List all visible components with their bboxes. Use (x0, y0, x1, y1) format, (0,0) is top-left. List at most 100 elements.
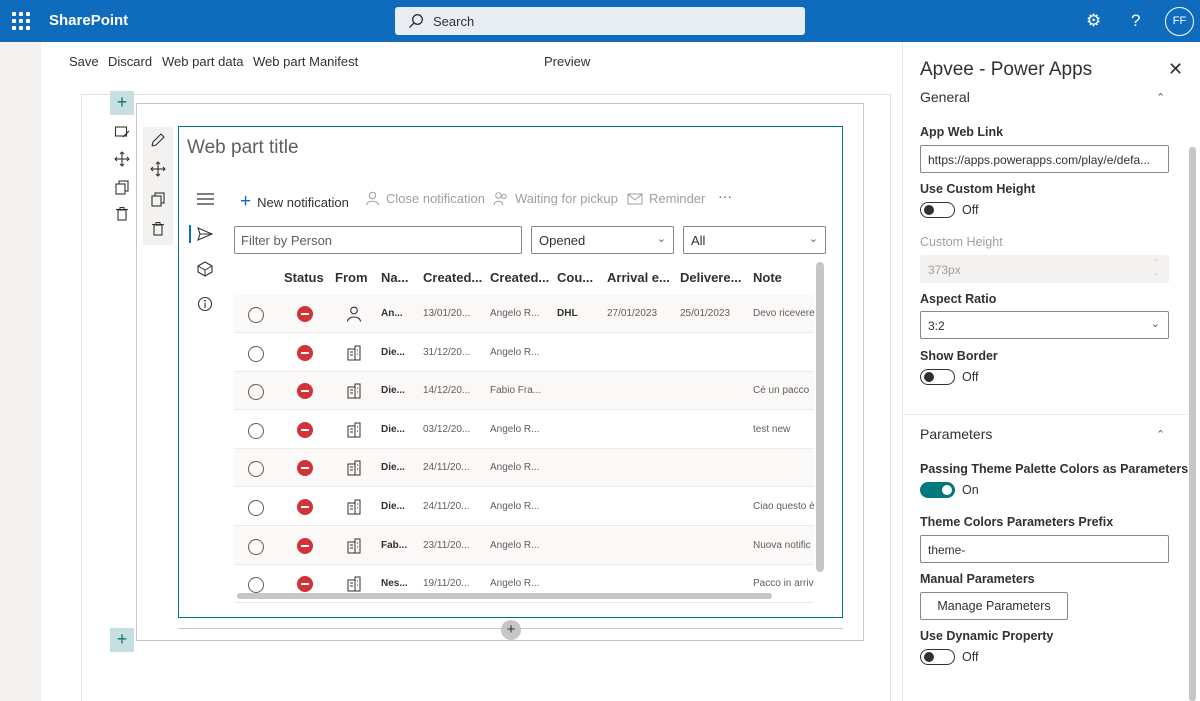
web-part-data-button[interactable]: Web part data (162, 54, 243, 69)
web-part-manifest-button[interactable]: Web part Manifest (253, 54, 358, 69)
duplicate-section-icon[interactable] (114, 179, 130, 195)
add-web-part-button[interactable]: + (501, 620, 521, 640)
cell-created-by: Angelo R... (490, 346, 540, 358)
send-icon[interactable] (197, 227, 213, 241)
column-header-note[interactable]: Note (753, 270, 782, 285)
column-header-courier[interactable]: Cou... (557, 270, 593, 285)
pane-scrollbar[interactable] (1189, 147, 1196, 701)
passing-theme-toggle[interactable] (920, 482, 955, 498)
settings-gear-icon[interactable]: ⚙ (1086, 11, 1101, 31)
cell-name: Die... (381, 462, 405, 474)
cell-name: Die... (381, 501, 405, 512)
filter-by-person-input[interactable]: Filter by Person (234, 226, 522, 254)
cell-note: Cé un pacco (753, 385, 810, 397)
close-pane-icon[interactable]: ✕ (1168, 59, 1183, 80)
show-border-label: Show Border (920, 349, 998, 363)
more-actions-button[interactable]: ··· (718, 188, 732, 204)
reminder-button[interactable]: Reminder (627, 191, 705, 206)
cell-arrival: 27/01/2023 (607, 308, 658, 319)
row-select-radio[interactable] (248, 345, 264, 362)
close-notification-label: Close notification (386, 191, 485, 206)
custom-height-value: 373px (928, 263, 961, 277)
cell-delivered: 25/01/2023 (680, 308, 731, 319)
row-select-radio[interactable] (248, 538, 264, 555)
chevron-down-icon: ⌄ (808, 233, 818, 245)
waiting-for-pickup-button[interactable]: Waiting for pickup (493, 191, 618, 206)
use-custom-height-toggle[interactable] (920, 202, 955, 218)
column-header-from[interactable]: From (335, 270, 368, 285)
web-part-title[interactable]: Web part title (187, 137, 299, 159)
cell-name: Nes... (381, 578, 408, 590)
move-web-part-icon[interactable] (150, 161, 166, 177)
hamburger-menu-icon[interactable] (197, 193, 214, 205)
aspect-ratio-dropdown[interactable]: 3:2 ⌄ (920, 311, 1169, 339)
column-header-arrival[interactable]: Arrival e... (607, 270, 670, 285)
cell-created: 19/11/20... (423, 578, 470, 590)
cell-created: 03/12/20... (423, 423, 471, 435)
row-select-radio[interactable] (248, 500, 264, 516)
app-web-link-input[interactable]: https://apps.powerapps.com/play/e/defa..… (920, 145, 1169, 173)
brand-name[interactable]: SharePoint (49, 12, 128, 29)
building-icon (347, 538, 361, 554)
cell-created: 13/01/20... (423, 308, 471, 319)
info-icon[interactable] (197, 296, 213, 312)
cell-created-by: Angelo R... (490, 539, 540, 551)
app-launcher-icon[interactable] (12, 12, 30, 30)
chevron-up-icon[interactable]: ⌃ (1156, 428, 1165, 441)
building-icon (347, 422, 361, 438)
pane-divider (902, 414, 1188, 415)
package-icon[interactable] (197, 261, 213, 277)
preview-button[interactable]: Preview (544, 54, 590, 69)
delete-section-icon[interactable] (114, 206, 130, 222)
edit-web-part-pencil-icon[interactable] (150, 132, 166, 148)
group-header-general[interactable]: General (920, 89, 970, 105)
table-vertical-scrollbar[interactable] (816, 262, 824, 572)
save-button[interactable]: Save (69, 54, 99, 69)
help-icon[interactable]: ? (1131, 11, 1140, 31)
building-icon (347, 576, 361, 592)
theme-prefix-input[interactable]: theme- (920, 535, 1169, 563)
column-header-delivered[interactable]: Delivere... (680, 270, 741, 285)
cell-courier: DHL (557, 308, 578, 319)
show-border-toggle[interactable] (920, 369, 955, 385)
cell-created: 31/12/20... (423, 346, 471, 358)
rail-active-indicator (189, 225, 191, 243)
group-header-parameters[interactable]: Parameters (920, 426, 992, 442)
cell-name: Die... (381, 423, 405, 435)
delete-web-part-icon[interactable] (150, 221, 166, 237)
scope-filter-dropdown[interactable]: All ⌄ (683, 226, 826, 254)
manage-parameters-button[interactable]: Manage Parameters (920, 592, 1068, 620)
left-gutter (0, 42, 41, 701)
duplicate-web-part-icon[interactable] (150, 191, 166, 207)
status-filter-value: Opened (539, 233, 586, 248)
column-header-status[interactable]: Status (284, 270, 324, 285)
pane-title: Apvee - Power Apps (920, 59, 1093, 80)
search-box[interactable]: Search (395, 7, 805, 35)
cell-note: test new (753, 423, 791, 435)
dynamic-property-toggle[interactable] (920, 649, 955, 665)
cell-name: Fab... (381, 539, 408, 551)
row-select-radio[interactable] (248, 422, 264, 439)
manual-parameters-label: Manual Parameters (920, 572, 1035, 586)
suite-bar: SharePoint Search ⚙ ? FF (0, 0, 1200, 42)
column-header-created-by[interactable]: Created... (490, 270, 549, 285)
avatar[interactable]: FF (1165, 7, 1194, 36)
cell-created-by: Angelo R... (490, 308, 540, 319)
new-notification-button[interactable]: + New notification (240, 191, 349, 213)
add-section-bottom-button[interactable]: + (110, 628, 134, 652)
chevron-down-icon: ⌄ (1150, 318, 1160, 330)
edit-section-icon[interactable] (114, 124, 130, 140)
row-select-radio[interactable] (248, 307, 264, 323)
close-notification-button[interactable]: Close notification (365, 191, 485, 206)
status-filter-dropdown[interactable]: Opened ⌄ (531, 226, 674, 254)
chevron-up-icon[interactable]: ⌃ (1156, 91, 1165, 104)
waiting-for-pickup-label: Waiting for pickup (515, 191, 618, 206)
move-section-icon[interactable] (114, 151, 130, 167)
table-horizontal-scrollbar[interactable] (237, 593, 772, 599)
column-header-created[interactable]: Created... (423, 270, 482, 285)
discard-button[interactable]: Discard (108, 54, 152, 69)
scope-filter-value: All (691, 233, 706, 248)
app-web-link-label: App Web Link (920, 125, 1004, 139)
column-header-name[interactable]: Na... (381, 270, 408, 285)
add-section-top-button[interactable]: + (110, 91, 134, 115)
